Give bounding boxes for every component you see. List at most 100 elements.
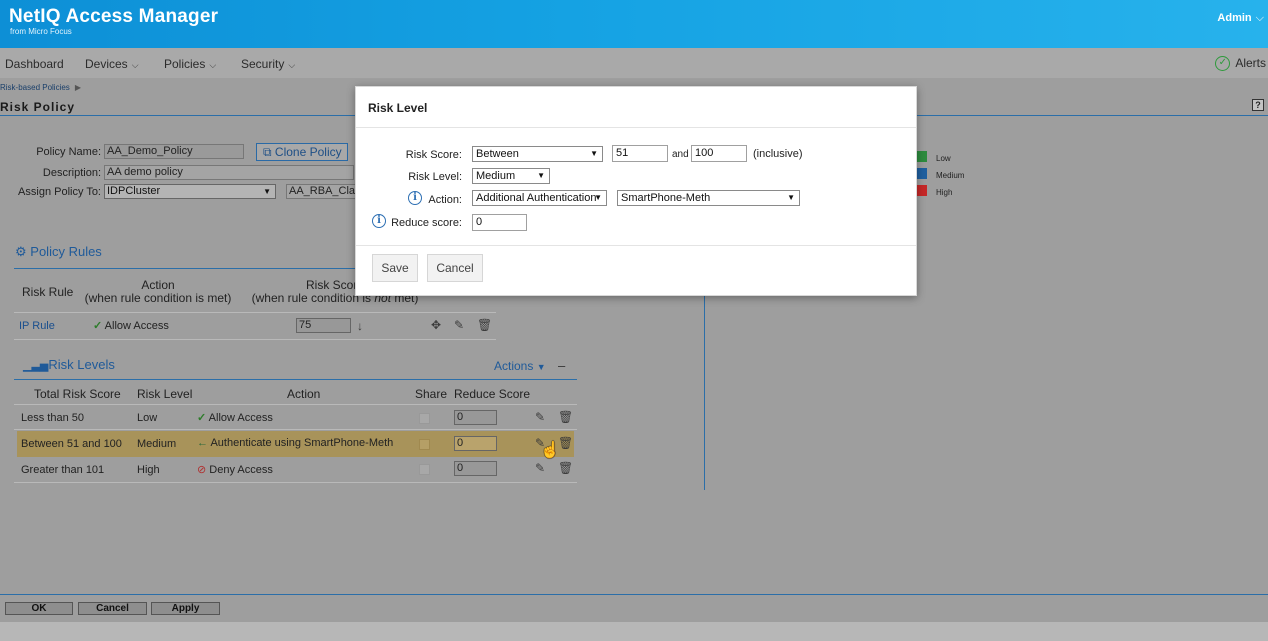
breadcrumb-risk-policies[interactable]: Risk-based Policies <box>0 83 70 92</box>
alerts-link[interactable]: ✓ Alerts <box>1215 56 1266 72</box>
row-action-label: Authenticate using SmartPhone-Meth <box>210 437 394 449</box>
action-select[interactable]: Additional Authentication ▼ <box>472 190 607 206</box>
cancel-button[interactable]: Cancel <box>78 602 147 615</box>
save-button[interactable]: Save <box>372 254 418 282</box>
arrow-left-icon: ← <box>197 437 208 449</box>
help-icon[interactable]: ? <box>1252 99 1264 111</box>
col-action: Action (when rule condition is met) <box>80 279 236 305</box>
nav-label: Policies <box>164 57 206 71</box>
share-checkbox[interactable] <box>419 464 430 475</box>
policy-name-label: Policy Name: <box>36 146 101 158</box>
trash-icon[interactable]: 🗑 <box>558 410 573 424</box>
ok-button[interactable]: OK <box>5 602 73 615</box>
caret-down-icon: ▼ <box>536 362 546 372</box>
legend-swatch-low <box>916 151 927 162</box>
row-risk-level: High <box>137 464 160 476</box>
row-total-score: Greater than 101 <box>21 464 105 476</box>
row-total-score: Between 51 and 100 <box>21 438 122 450</box>
reduce-score-input[interactable]: 0 <box>454 410 497 425</box>
divider <box>14 482 577 483</box>
check-icon: ✓ <box>197 412 207 424</box>
cancel-button[interactable]: Cancel <box>427 254 483 282</box>
nav-security[interactable]: Security ⌵ <box>241 57 295 71</box>
user-menu[interactable]: Admin ⌵ <box>1217 12 1264 25</box>
reduce-score-input[interactable]: 0 <box>454 461 497 476</box>
row-action: ⊘ Deny Access <box>197 463 273 476</box>
reduce-score-input[interactable]: 0 <box>472 214 527 231</box>
trash-icon[interactable]: 🗑 <box>558 461 573 475</box>
risk-levels-title: Risk Levels <box>48 357 115 372</box>
reduce-score-input[interactable]: 0 <box>454 436 497 451</box>
nav-policies[interactable]: Policies ⌵ <box>164 57 216 71</box>
description-label: Description: <box>42 167 101 179</box>
collapse-icon[interactable]: – <box>558 358 565 373</box>
assign-policy-secondary[interactable]: AA_RBA_Cla <box>286 184 356 199</box>
dialog-title: Risk Level <box>368 101 428 115</box>
user-name: Admin <box>1217 12 1252 24</box>
legend-swatch-high <box>916 185 927 196</box>
breadcrumb: Risk-based Policies ▶ <box>0 83 81 92</box>
trash-icon[interactable]: 🗑 <box>558 436 573 450</box>
assign-policy-select[interactable]: IDPCluster ▼ <box>104 184 276 199</box>
hand-cursor-icon: ☝ <box>540 442 560 459</box>
col-action-sub: (when rule condition is met) <box>84 291 232 305</box>
clone-policy-button[interactable]: ⧉ Clone Policy <box>256 143 348 161</box>
row-risk-level: Medium <box>137 438 177 450</box>
edit-icon[interactable]: ✎ <box>454 318 464 332</box>
move-icon[interactable]: ✥ <box>431 318 441 332</box>
copy-icon: ⧉ <box>263 145 272 159</box>
policy-name-input[interactable]: AA_Demo_Policy <box>104 144 244 159</box>
page-title: Risk Policy <box>0 100 76 114</box>
rule-link[interactable]: IP Rule <box>19 320 55 332</box>
chevron-down-icon: ⌵ <box>288 60 296 70</box>
trash-icon[interactable]: 🗑 <box>477 318 492 332</box>
risk-levels-heading: ▁▃▅Risk Levels <box>23 357 115 372</box>
row-total-score: Less than 50 <box>21 412 84 424</box>
caret-down-icon: ▼ <box>537 171 545 180</box>
divider <box>14 404 577 405</box>
nav-dashboard[interactable]: Dashboard <box>5 57 64 71</box>
risk-level-select[interactable]: Medium ▼ <box>472 168 550 184</box>
app-header: NetIQ Access Manager from Micro Focus Ad… <box>0 0 1268 48</box>
row-action: ✓ Allow Access <box>197 411 273 424</box>
risk-score-to-input[interactable]: 100 <box>691 145 747 162</box>
col-action: Action <box>287 387 321 401</box>
alerts-label: Alerts <box>1235 56 1266 70</box>
risk-level-dialog: Risk Level Risk Score: Between ▼ 51 and 1… <box>355 86 917 296</box>
col-risk-level: Risk Level <box>137 387 193 401</box>
actions-menu[interactable]: Actions ▼ <box>494 359 546 373</box>
caret-down-icon: ▼ <box>263 187 271 196</box>
divider <box>14 379 577 380</box>
apply-button[interactable]: Apply <box>151 602 220 615</box>
assign-policy-value: IDPCluster <box>107 185 161 197</box>
method-select[interactable]: SmartPhone-Meth ▼ <box>617 190 800 206</box>
legend-swatch-medium <box>916 168 927 179</box>
app-brand-subtitle: from Micro Focus <box>10 27 72 36</box>
nav-devices[interactable]: Devices ⌵ <box>85 57 139 71</box>
row-risk-level: Low <box>137 412 158 424</box>
rule-score-input[interactable]: 75 <box>296 318 351 333</box>
caret-down-icon: ▼ <box>590 149 598 158</box>
nav-label: Security <box>241 57 285 71</box>
rule-action-label: Allow Access <box>104 320 169 332</box>
action-value: Additional Authentication <box>476 192 597 204</box>
edit-icon[interactable]: ✎ <box>535 461 545 475</box>
share-checkbox[interactable] <box>419 439 430 450</box>
inclusive-label: (inclusive) <box>753 148 803 160</box>
arrow-down-icon[interactable]: ↓ <box>357 319 363 333</box>
edit-icon[interactable]: ✎ <box>535 410 545 424</box>
caret-down-icon: ▼ <box>787 193 795 202</box>
chevron-down-icon: ⌵ <box>209 60 217 70</box>
risk-score-label: Risk Score: <box>405 149 462 161</box>
gears-icon: ⚙ <box>15 244 27 259</box>
row-action-label: Allow Access <box>208 412 273 424</box>
divider <box>14 312 496 313</box>
risk-level-label: Risk Level: <box>408 171 462 183</box>
share-checkbox[interactable] <box>419 413 430 424</box>
description-input[interactable]: AA demo policy <box>104 165 354 180</box>
reduce-score-label: Reduce score: <box>391 217 462 229</box>
and-label: and <box>672 149 689 160</box>
risk-score-from-input[interactable]: 51 <box>612 145 668 162</box>
risk-score-operator-select[interactable]: Between ▼ <box>472 146 603 162</box>
row-action: ← Authenticate using SmartPhone-Meth <box>197 437 393 449</box>
